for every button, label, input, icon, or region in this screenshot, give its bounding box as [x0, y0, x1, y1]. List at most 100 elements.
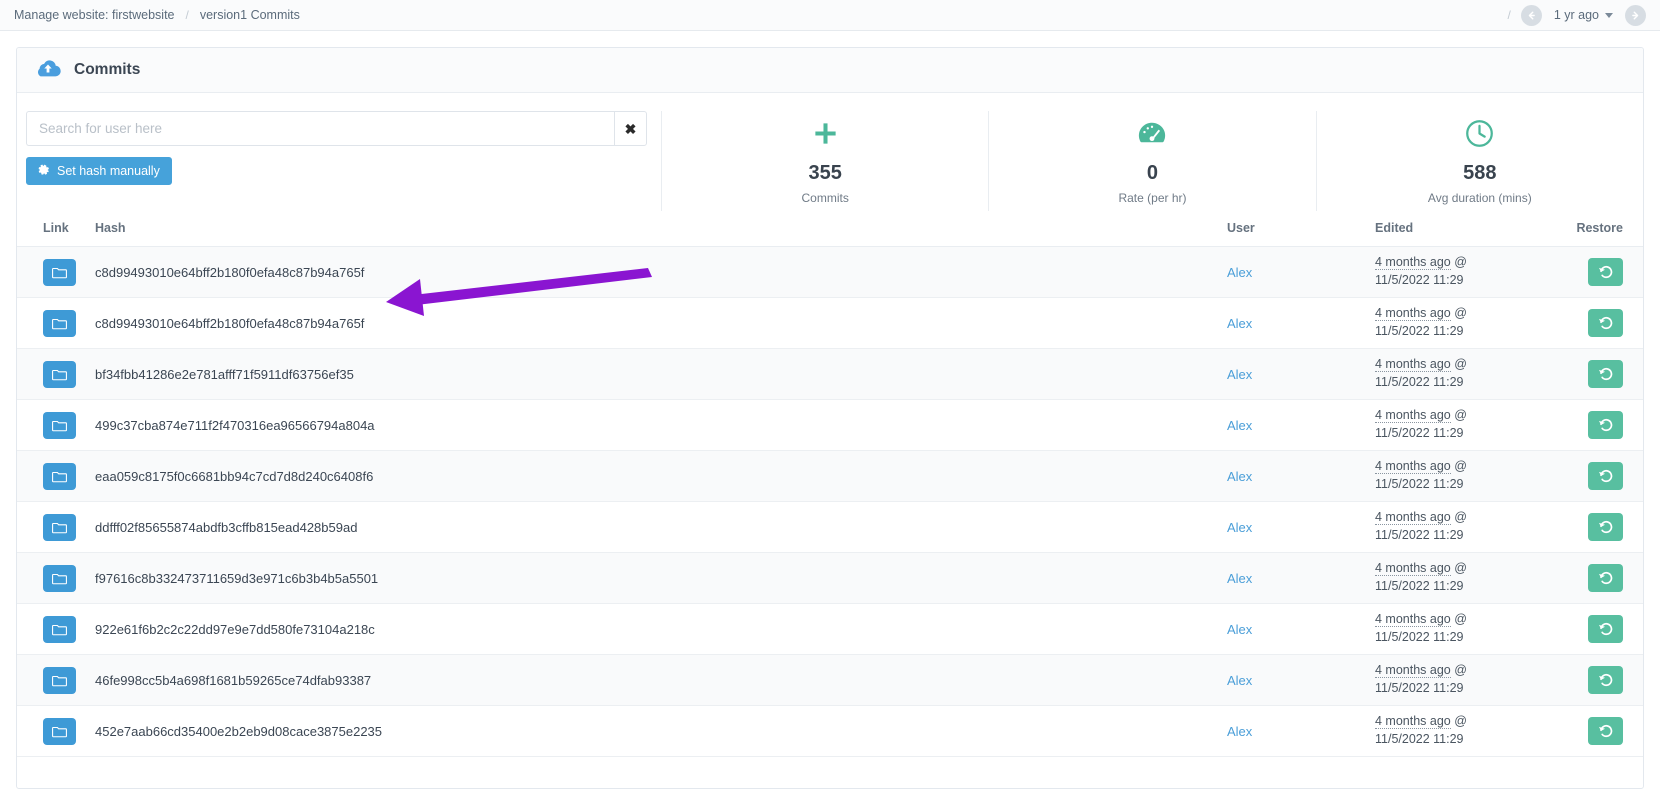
table-row[interactable]: bf34fbb41286e2e781afff71f5911df63756ef35…	[17, 348, 1643, 400]
column-header-restore: Restore	[1543, 211, 1643, 247]
restore-button[interactable]	[1588, 717, 1623, 745]
time-filter-dropdown[interactable]: 1 yr ago	[1554, 8, 1613, 22]
table-row[interactable]: f97616c8b332473711659d3e971c6b3b4b5a5501…	[17, 552, 1643, 604]
clock-icon	[1317, 113, 1643, 153]
cell-link	[17, 603, 95, 655]
absolute-time: 11/5/2022 11:29	[1375, 579, 1464, 593]
cell-user: Alex	[1227, 348, 1375, 400]
folder-icon[interactable]	[43, 564, 76, 592]
user-link[interactable]: Alex	[1227, 316, 1252, 331]
column-header-edited: Edited	[1375, 211, 1543, 247]
user-link[interactable]: Alex	[1227, 571, 1252, 586]
folder-icon[interactable]	[43, 360, 76, 388]
folder-icon[interactable]	[43, 513, 76, 541]
user-link[interactable]: Alex	[1227, 469, 1252, 484]
absolute-time: 11/5/2022 11:29	[1375, 681, 1464, 695]
chevron-down-icon	[1605, 12, 1613, 18]
search-clear-button[interactable]: ✖	[614, 111, 647, 146]
relative-time: 4 months ago	[1375, 510, 1451, 526]
cell-link	[17, 552, 95, 604]
folder-icon[interactable]	[43, 666, 76, 694]
restore-button[interactable]	[1588, 564, 1623, 592]
cell-hash[interactable]: eaa059c8175f0c6681bb94c7cd7d8d240c6408f6	[95, 450, 1227, 502]
relative-time: 4 months ago	[1375, 306, 1451, 322]
tachometer-icon	[989, 113, 1315, 153]
cell-restore	[1543, 297, 1643, 349]
folder-icon[interactable]	[43, 717, 76, 745]
commits-table-scroll[interactable]: Link Hash User Edited Restore c8d9949301…	[17, 211, 1643, 788]
restore-button[interactable]	[1588, 513, 1623, 541]
user-link[interactable]: Alex	[1227, 622, 1252, 637]
user-link[interactable]: Alex	[1227, 418, 1252, 433]
folder-icon[interactable]	[43, 462, 76, 490]
cell-hash[interactable]: ddfff02f85655874abdfb3cffb815ead428b59ad	[95, 501, 1227, 553]
user-link[interactable]: Alex	[1227, 520, 1252, 535]
restore-button[interactable]	[1588, 360, 1623, 388]
cell-hash[interactable]: 46fe998cc5b4a698f1681b59265ce74dfab93387	[95, 654, 1227, 706]
at-symbol: @	[1454, 663, 1467, 678]
edited-timestamp: 4 months ago @11/5/2022 11:29	[1375, 356, 1543, 392]
cell-link	[17, 654, 95, 706]
cell-restore	[1543, 705, 1643, 757]
table-row[interactable]: c8d99493010e64bff2b180f0efa48c87b94a765f…	[17, 246, 1643, 298]
cell-hash[interactable]: 499c37cba874e711f2f470316ea96566794a804a	[95, 399, 1227, 451]
restore-button[interactable]	[1588, 666, 1623, 694]
cell-hash[interactable]: 922e61f6b2c2c22dd97e9e7dd580fe73104a218c	[95, 603, 1227, 655]
cell-hash[interactable]: f97616c8b332473711659d3e971c6b3b4b5a5501	[95, 552, 1227, 604]
cell-restore	[1543, 246, 1643, 298]
arrow-left-circle-icon[interactable]	[1520, 4, 1542, 26]
restore-button[interactable]	[1588, 411, 1623, 439]
stat-commits-label: Commits	[801, 191, 849, 205]
search-group: ✖	[26, 111, 647, 146]
cell-hash[interactable]: bf34fbb41286e2e781afff71f5911df63756ef35	[95, 348, 1227, 400]
absolute-time: 11/5/2022 11:29	[1375, 732, 1464, 746]
stat-rate-value: 0	[1146, 162, 1159, 184]
cell-edited: 4 months ago @11/5/2022 11:29	[1375, 705, 1543, 757]
edited-timestamp: 4 months ago @11/5/2022 11:29	[1375, 254, 1543, 290]
table-row[interactable]: eaa059c8175f0c6681bb94c7cd7d8d240c6408f6…	[17, 450, 1643, 502]
cell-hash[interactable]: c8d99493010e64bff2b180f0efa48c87b94a765f	[95, 297, 1227, 349]
set-hash-manually-label: Set hash manually	[57, 164, 160, 178]
at-symbol: @	[1454, 459, 1467, 474]
table-row[interactable]: 499c37cba874e711f2f470316ea96566794a804a…	[17, 399, 1643, 451]
cell-hash[interactable]: 452e7aab66cd35400e2b2eb9d08cace3875e2235	[95, 705, 1227, 757]
relative-time: 4 months ago	[1375, 357, 1451, 373]
absolute-time: 11/5/2022 11:29	[1375, 273, 1464, 287]
table-row[interactable]: ddfff02f85655874abdfb3cffb815ead428b59ad…	[17, 501, 1643, 553]
cell-edited: 4 months ago @11/5/2022 11:29	[1375, 603, 1543, 655]
stat-rate: 0 Rate (per hr)	[989, 111, 1317, 211]
breadcrumb-item-version[interactable]: version1 Commits	[200, 8, 300, 22]
relative-time: 4 months ago	[1375, 663, 1451, 679]
cell-hash[interactable]: c8d99493010e64bff2b180f0efa48c87b94a765f	[95, 246, 1227, 298]
stat-commits-value: 355	[808, 162, 842, 184]
arrow-right-circle-icon[interactable]	[1625, 4, 1646, 26]
restore-button[interactable]	[1588, 258, 1623, 286]
folder-icon[interactable]	[43, 411, 76, 439]
cell-restore	[1543, 399, 1643, 451]
folder-icon[interactable]	[43, 615, 76, 643]
cell-user: Alex	[1227, 297, 1375, 349]
search-input[interactable]	[26, 111, 614, 146]
table-row[interactable]: 922e61f6b2c2c22dd97e9e7dd580fe73104a218c…	[17, 603, 1643, 655]
absolute-time: 11/5/2022 11:29	[1375, 426, 1464, 440]
table-row[interactable]: 46fe998cc5b4a698f1681b59265ce74dfab93387…	[17, 654, 1643, 706]
breadcrumb-item-website[interactable]: Manage website: firstwebsite	[14, 8, 175, 22]
user-link[interactable]: Alex	[1227, 367, 1252, 382]
edited-timestamp: 4 months ago @11/5/2022 11:29	[1375, 560, 1543, 596]
user-link[interactable]: Alex	[1227, 265, 1252, 280]
user-link[interactable]: Alex	[1227, 724, 1252, 739]
set-hash-manually-button[interactable]: Set hash manually	[26, 157, 172, 185]
restore-button[interactable]	[1588, 615, 1623, 643]
page-body: Commits ✖ Set hash manually	[0, 31, 1660, 789]
table-row[interactable]: c8d99493010e64bff2b180f0efa48c87b94a765f…	[17, 297, 1643, 349]
folder-icon[interactable]	[43, 258, 76, 286]
user-link[interactable]: Alex	[1227, 673, 1252, 688]
cell-link	[17, 450, 95, 502]
restore-button[interactable]	[1588, 462, 1623, 490]
folder-icon[interactable]	[43, 309, 76, 337]
table-body: c8d99493010e64bff2b180f0efa48c87b94a765f…	[17, 246, 1643, 757]
table-row[interactable]: 452e7aab66cd35400e2b2eb9d08cace3875e2235…	[17, 705, 1643, 757]
cell-restore	[1543, 501, 1643, 553]
restore-button[interactable]	[1588, 309, 1623, 337]
cell-edited: 4 months ago @11/5/2022 11:29	[1375, 450, 1543, 502]
